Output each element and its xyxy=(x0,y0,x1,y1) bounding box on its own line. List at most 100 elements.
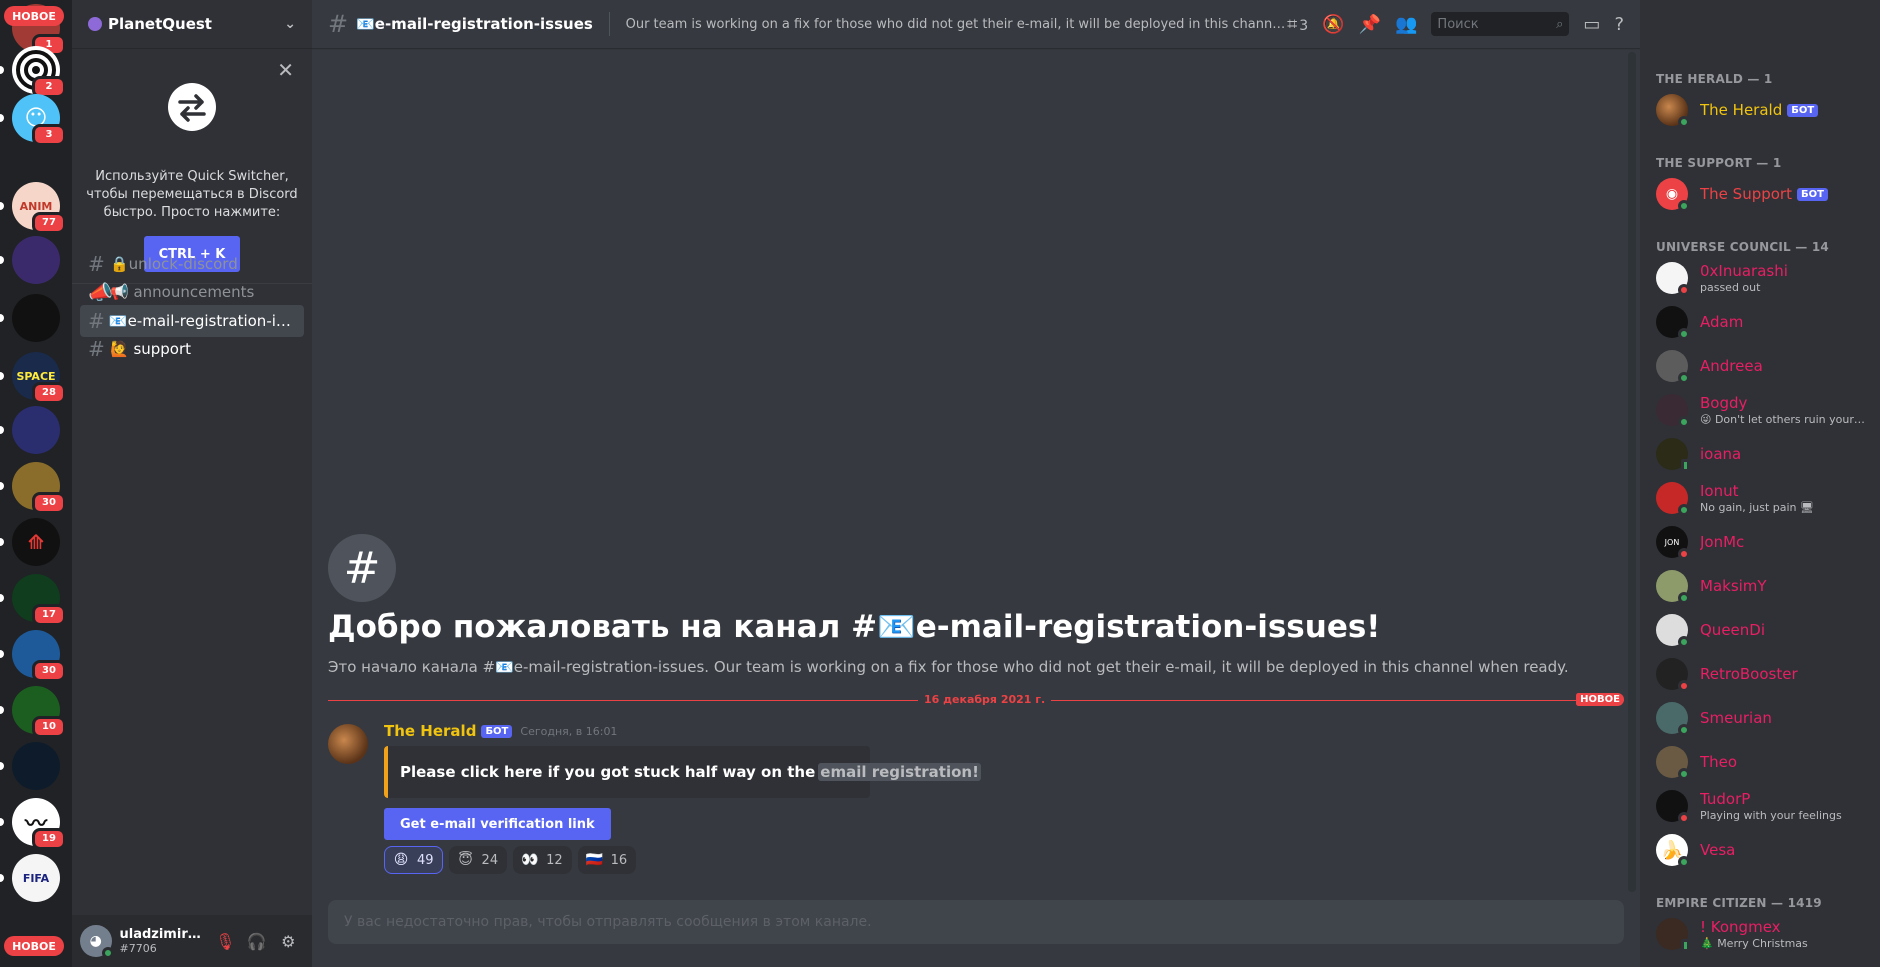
server-avatar xyxy=(12,742,60,790)
member-item[interactable]: Theo xyxy=(1648,740,1872,784)
status-dot xyxy=(1678,548,1690,560)
avatar xyxy=(1656,790,1690,824)
member-item[interactable]: ioana xyxy=(1648,432,1872,476)
member-group-title: EMPIRE CITIZEN — 1419 xyxy=(1656,896,1822,910)
server-icon-11[interactable]: 17 xyxy=(0,574,66,626)
avatar[interactable]: ◕ xyxy=(80,925,114,959)
server-icon-7[interactable]: SPACE 28 xyxy=(0,352,66,404)
reaction[interactable]: 😇 24 xyxy=(448,846,508,874)
chat-scrollbar[interactable] xyxy=(1628,52,1636,892)
chevron-down-icon[interactable]: ⌄ xyxy=(284,16,296,32)
server-avatar xyxy=(12,294,60,342)
server-icon-15[interactable]: 〰 19 xyxy=(0,798,66,850)
member-group-title: THE HERALD — 1 xyxy=(1656,72,1773,86)
close-icon[interactable]: ✕ xyxy=(277,58,294,82)
guild-header[interactable]: PlanetQuest ⌄ xyxy=(72,0,312,48)
bot-tag: БОТ xyxy=(481,724,513,738)
channel-announcements[interactable]: 📣 📢 announcements xyxy=(80,276,304,308)
member-name: TudorP xyxy=(1700,790,1751,808)
member-item[interactable]: JON JonMc xyxy=(1648,520,1872,564)
search-icon: ⌕ xyxy=(1556,16,1564,32)
member-item[interactable]: 0xInuarashi passed out xyxy=(1648,256,1872,300)
inbox-icon[interactable]: ▭ xyxy=(1583,14,1600,35)
reaction[interactable]: 👀 12 xyxy=(513,846,572,874)
status-dot xyxy=(1678,284,1690,296)
members-icon[interactable]: 👥 xyxy=(1395,14,1417,35)
new-badge-bottom[interactable]: НОВОЕ xyxy=(4,936,64,956)
spoiler-text[interactable]: email registration! xyxy=(818,763,981,781)
unread-pill xyxy=(0,114,4,122)
message-input-placeholder: У вас недостаточно прав, чтобы отправлят… xyxy=(344,914,872,930)
member-item[interactable]: MaksimY xyxy=(1648,564,1872,608)
member-item[interactable]: Smeurian xyxy=(1648,696,1872,740)
server-icon-12[interactable]: 30 xyxy=(0,630,66,682)
pin-icon[interactable]: 📌 xyxy=(1359,14,1381,35)
member-group-title: THE SUPPORT — 1 xyxy=(1656,156,1782,170)
unread-pill xyxy=(0,594,4,602)
search-placeholder: Поиск xyxy=(1437,16,1479,32)
bell-muted-icon[interactable]: 🔕 xyxy=(1322,14,1344,35)
server-avatar xyxy=(12,236,60,284)
status-dot xyxy=(1678,372,1690,384)
user-names[interactable]: uladzimir19... #7706 xyxy=(120,927,210,955)
unread-pill xyxy=(0,706,4,714)
member-name: The Herald xyxy=(1700,101,1783,119)
member-item[interactable]: Bogdy 😜 Don't let others ruin your d... xyxy=(1648,388,1872,432)
server-icon-10[interactable]: ⟰ xyxy=(0,518,60,566)
status-dot xyxy=(1678,592,1690,604)
avatar xyxy=(1656,482,1690,516)
server-icon-4[interactable]: ANIM 77 xyxy=(0,182,66,234)
mention-badge: 28 xyxy=(32,382,66,404)
guild-icon xyxy=(88,17,102,31)
headphones-icon[interactable]: 🎧 xyxy=(241,925,273,957)
server-icon-8[interactable] xyxy=(0,406,60,454)
avatar xyxy=(1656,570,1690,604)
server-icon-13[interactable]: 10 xyxy=(0,686,66,738)
new-badge-top[interactable]: НОВОЕ xyxy=(4,6,64,26)
search-input[interactable]: Поиск ⌕ xyxy=(1431,12,1570,36)
member-status: Playing with your feelings xyxy=(1700,809,1842,822)
threads-icon[interactable]: ⌗ 3 xyxy=(1287,14,1308,35)
member-item[interactable]: TudorP Playing with your feelings xyxy=(1648,784,1872,828)
member-item[interactable]: 🍌 Vesa xyxy=(1648,828,1872,872)
avatar xyxy=(1656,746,1690,780)
user-tag: #7706 xyxy=(119,942,157,955)
server-icon-6[interactable] xyxy=(0,294,60,342)
switch-arrows-icon xyxy=(168,83,216,131)
member-item[interactable]: ! Kongmex 🎄 Merry Christmas xyxy=(1648,912,1872,956)
mute-mic-icon[interactable]: 🎙 xyxy=(210,925,242,957)
channel-support[interactable]: # 🙋 support xyxy=(80,333,304,365)
avatar[interactable] xyxy=(328,724,368,764)
member-item[interactable]: QueenDi xyxy=(1648,608,1872,652)
status-dot xyxy=(1678,680,1690,692)
reaction[interactable]: 😩 49 xyxy=(384,846,443,874)
gear-icon[interactable]: ⚙ xyxy=(273,925,305,957)
message-embed: Please click here if you got stuck half … xyxy=(384,746,981,798)
avatar xyxy=(1656,262,1690,296)
member-item[interactable]: Ionut No gain, just pain 🖥 xyxy=(1648,476,1872,520)
reaction[interactable]: 🇷🇺 16 xyxy=(577,846,637,874)
status-dot xyxy=(1678,328,1690,340)
unread-pill xyxy=(0,650,4,658)
server-icon-5[interactable] xyxy=(0,236,60,284)
server-icon-3[interactable]: 😶 3 xyxy=(0,94,66,146)
server-icon-16[interactable]: FIFA xyxy=(0,854,60,902)
member-item[interactable]: Adam xyxy=(1648,300,1872,344)
online-status xyxy=(101,947,114,959)
channel-topic[interactable]: Our team is working on a fix for those w… xyxy=(626,17,1288,32)
help-icon[interactable]: ? xyxy=(1614,14,1624,35)
member-item[interactable]: ◉ The Support БОТ xyxy=(1648,172,1872,216)
member-item[interactable]: RetroBooster xyxy=(1648,652,1872,696)
server-icon-14[interactable] xyxy=(0,742,60,790)
mobile-status-icon xyxy=(1681,939,1690,952)
member-name-row: The Support БОТ xyxy=(1700,185,1828,203)
status-dot xyxy=(1678,768,1690,780)
server-icon-2[interactable]: 2 xyxy=(0,46,66,98)
message-author[interactable]: The Herald xyxy=(384,722,476,740)
message-input[interactable]: У вас недостаточно прав, чтобы отправлят… xyxy=(328,900,1624,944)
member-item[interactable]: The Herald БОТ xyxy=(1648,88,1872,132)
server-icon-9[interactable]: 30 xyxy=(0,462,66,514)
header-divider xyxy=(608,12,610,36)
get-verification-link-button[interactable]: Get e-mail verification link xyxy=(384,808,611,840)
member-item[interactable]: Andreea xyxy=(1648,344,1872,388)
